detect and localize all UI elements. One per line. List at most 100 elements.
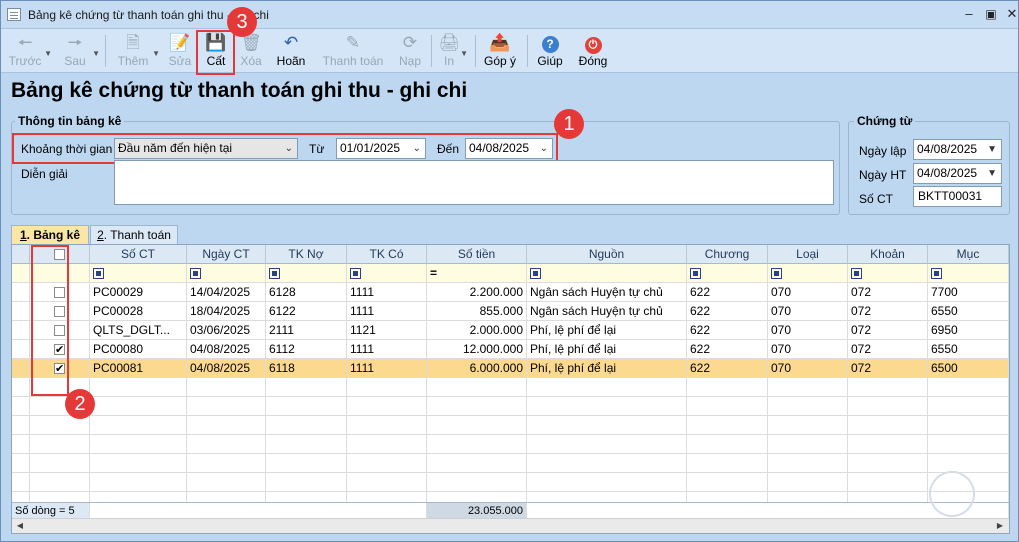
table-row[interactable]: PC0008004/08/20256112111112.000.000Phí, … bbox=[12, 340, 1009, 359]
filter-so-ct[interactable] bbox=[90, 264, 187, 283]
cell-nguon: Phí, lệ phí để lại bbox=[527, 321, 687, 340]
filter-chuong[interactable] bbox=[687, 264, 768, 283]
filter-tk-no[interactable] bbox=[266, 264, 347, 283]
row-indicator bbox=[12, 359, 30, 378]
filter-ngay-ct[interactable] bbox=[187, 264, 266, 283]
cell-muc bbox=[928, 454, 1009, 473]
filter-icon bbox=[690, 268, 701, 279]
col-header-khoan[interactable]: Khoản bbox=[848, 245, 928, 264]
filter-icon bbox=[851, 268, 862, 279]
cell-muc bbox=[928, 378, 1009, 397]
cell-tk-co bbox=[347, 397, 427, 416]
edit-button[interactable]: 📝 Sửa bbox=[165, 31, 195, 71]
table-row[interactable]: PC0008104/08/2025611811116.000.000Phí, l… bbox=[12, 359, 1009, 378]
row-indicator bbox=[12, 264, 30, 283]
cell-so-tien: 2.000.000 bbox=[427, 321, 527, 340]
filter-muc[interactable] bbox=[928, 264, 1009, 283]
col-header-tk-co[interactable]: TK Có bbox=[347, 245, 427, 264]
tab-thanh-toan[interactable]: 2. Thanh toán bbox=[90, 225, 178, 245]
row-indicator bbox=[12, 454, 30, 473]
close-button[interactable]: ⏻ Đóng bbox=[575, 31, 611, 71]
tab-thanh-toan-label: . Thanh toán bbox=[103, 228, 171, 242]
note-textarea[interactable] bbox=[114, 160, 834, 205]
filter-so-tien[interactable]: = bbox=[427, 264, 527, 283]
cell-so-tien bbox=[427, 397, 527, 416]
col-header-ngay-ct[interactable]: Ngày CT bbox=[187, 245, 266, 264]
cell-tk-no bbox=[266, 378, 347, 397]
delete-button[interactable]: 🗑 Xóa bbox=[236, 31, 266, 71]
cell-ngay-ct: 14/04/2025 bbox=[187, 283, 266, 302]
col-header-chuong[interactable]: Chương bbox=[687, 245, 768, 264]
payment-button[interactable]: ✎ Thanh toán bbox=[321, 31, 385, 71]
voucher-date-picker[interactable]: 04/08/2025 ▼ bbox=[913, 139, 1002, 160]
scroll-left-icon[interactable]: ◀ bbox=[13, 520, 27, 532]
filter-loai[interactable] bbox=[768, 264, 848, 283]
undo-button[interactable]: ↶ Hoãn bbox=[273, 31, 309, 71]
cell-ngay-ct bbox=[187, 454, 266, 473]
row-checkbox-cell bbox=[30, 473, 90, 492]
print-button[interactable]: 🖨 In ▼ bbox=[437, 31, 468, 71]
row-indicator bbox=[12, 321, 30, 340]
scroll-right-icon[interactable]: ▶ bbox=[993, 520, 1007, 532]
dropdown-arrow-icon[interactable]: ▼ bbox=[44, 49, 52, 58]
next-button[interactable]: 🠖 Sau ▼ bbox=[57, 31, 100, 71]
tab-bang-ke[interactable]: 1. Bảng kê bbox=[11, 225, 89, 245]
table-row[interactable]: PC00028 18/04/2025 6122 1111 855.000 Ngân sác… bbox=[12, 302, 1009, 321]
col-header-so-ct[interactable]: Số CT bbox=[90, 245, 187, 264]
add-button[interactable]: 🗎 Thêm ▼ bbox=[113, 31, 160, 71]
feedback-button[interactable]: 📤 Góp ý bbox=[481, 31, 519, 71]
table-row[interactable]: QLTS_DGLT... 03/06/2025 2111 1121 2.000.000 P… bbox=[12, 321, 1009, 340]
row-indicator bbox=[12, 397, 30, 416]
info-group-legend: Thông tin bảng kê bbox=[15, 114, 125, 128]
reload-button[interactable]: ⟳ Nạp bbox=[395, 31, 425, 71]
toolbar-separator bbox=[527, 35, 528, 67]
maximize-button[interactable]: ▣ bbox=[980, 5, 1002, 23]
cell-loai: 070 bbox=[768, 302, 848, 321]
cell-muc: 6950 bbox=[928, 321, 1009, 340]
dropdown-arrow-icon[interactable]: ▼ bbox=[152, 49, 160, 58]
cell-chuong bbox=[687, 378, 768, 397]
cell-tk-co: 1111 bbox=[347, 359, 427, 378]
col-header-nguon[interactable]: Nguồn bbox=[527, 245, 687, 264]
annotation-badge-1: 1 bbox=[554, 109, 584, 139]
accounting-date-value: 04/08/2025 bbox=[917, 166, 978, 180]
cell-ngay-ct: 04/08/2025 bbox=[187, 340, 266, 359]
cell-so-ct: QLTS_DGLT... bbox=[90, 321, 187, 340]
cell-chuong: 622 bbox=[687, 321, 768, 340]
empty-row bbox=[12, 473, 1009, 492]
col-header-so-tien[interactable]: Số tiền bbox=[427, 245, 527, 264]
cell-khoan bbox=[848, 378, 928, 397]
cell-khoan: 072 bbox=[848, 283, 928, 302]
filter-nguon[interactable] bbox=[527, 264, 687, 283]
cell-tk-no: 6128 bbox=[266, 283, 347, 302]
filter-tk-co[interactable] bbox=[347, 264, 427, 283]
toolbar-separator bbox=[431, 35, 432, 67]
row-count: Số dòng = 5 bbox=[12, 503, 90, 519]
row-checkbox-cell bbox=[30, 454, 90, 473]
accounting-date-picker[interactable]: 04/08/2025 ▼ bbox=[913, 163, 1002, 184]
help-button[interactable]: ? Giúp bbox=[533, 31, 567, 71]
cell-tk-co bbox=[347, 454, 427, 473]
edit-document-icon: 📝 bbox=[169, 33, 191, 52]
cell-tk-no: 2111 bbox=[266, 321, 347, 340]
col-header-loai[interactable]: Loại bbox=[768, 245, 848, 264]
minimize-button[interactable]: – bbox=[958, 5, 980, 23]
cell-chuong bbox=[687, 397, 768, 416]
cell-muc: 7700 bbox=[928, 283, 1009, 302]
tab-bang-ke-label: . Bảng kê bbox=[26, 228, 81, 242]
cell-chuong bbox=[687, 454, 768, 473]
cell-loai bbox=[768, 416, 848, 435]
back-button[interactable]: 🠔 Trước ▼ bbox=[5, 31, 52, 71]
close-window-button[interactable]: ✕ bbox=[1001, 5, 1019, 23]
cell-loai bbox=[768, 435, 848, 454]
cell-tk-co: 1111 bbox=[347, 283, 427, 302]
col-header-tk-no[interactable]: TK Nợ bbox=[266, 245, 347, 264]
col-header-muc[interactable]: Mục bbox=[928, 245, 1009, 264]
dropdown-arrow-icon[interactable]: ▼ bbox=[92, 49, 100, 58]
filter-khoan[interactable] bbox=[848, 264, 928, 283]
voucher-number-input[interactable]: BKTT00031 bbox=[913, 186, 1002, 207]
table-row[interactable]: PC00029 14/04/2025 6128 1111 2.200.000 Ngân s… bbox=[12, 283, 1009, 302]
horizontal-scrollbar[interactable]: ◀ ▶ bbox=[12, 518, 1009, 533]
dropdown-arrow-icon[interactable]: ▼ bbox=[460, 49, 468, 58]
empty-row bbox=[12, 416, 1009, 435]
